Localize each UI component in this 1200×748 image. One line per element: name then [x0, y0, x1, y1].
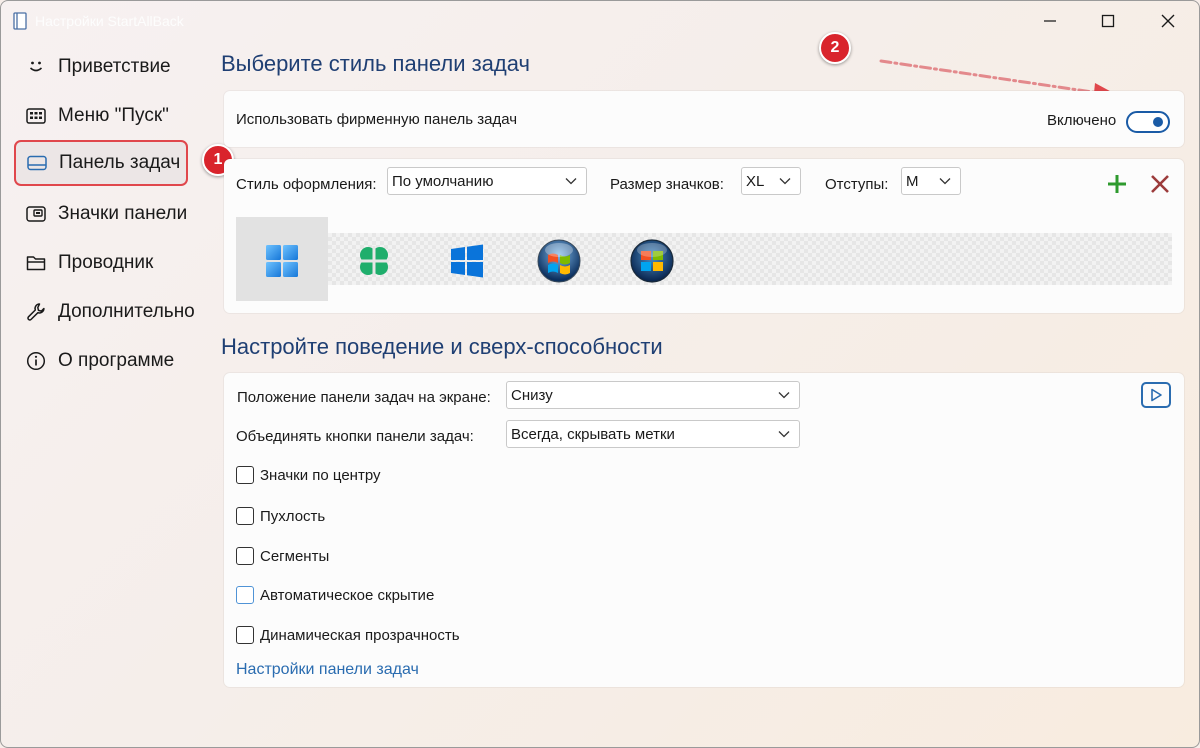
checkbox-label: Значки по центру: [260, 466, 381, 484]
app-book-icon: [13, 12, 27, 30]
checkbox-label: Динамическая прозрачность: [260, 626, 460, 644]
icon-size-value: XL: [746, 172, 765, 190]
taskbar-icon: [26, 152, 48, 174]
checkbox-box[interactable]: [236, 626, 254, 644]
chevron-down-icon: [775, 425, 793, 443]
wrench-icon: [25, 301, 47, 323]
play-video-button[interactable]: [1141, 382, 1171, 408]
checkbox-box[interactable]: [236, 547, 254, 565]
minimize-icon: [1044, 20, 1056, 22]
windows11-logo-icon: [266, 245, 298, 277]
checkbox-label: Сегменты: [260, 547, 330, 565]
enable-taskbar-toggle[interactable]: [1126, 111, 1170, 133]
enable-taskbar-card: Использовать фирменную панель задач Вклю…: [224, 91, 1184, 147]
close-button[interactable]: [1139, 1, 1197, 41]
sidebar-item-taskbar[interactable]: Панель задач: [14, 140, 188, 186]
sidebar-item-tray-icons[interactable]: Значки панели: [15, 191, 201, 237]
sidebar-item-label: Приветствие: [58, 56, 171, 77]
style-option-windows10[interactable]: [443, 237, 491, 285]
sidebar-item-label: Меню "Пуск": [58, 105, 169, 126]
sidebar-item-explorer[interactable]: Проводник: [15, 240, 201, 286]
style-option-vista[interactable]: [628, 237, 676, 285]
sidebar-item-label: Значки панели: [58, 203, 188, 224]
padding-select[interactable]: M: [901, 167, 961, 195]
windows-vista-orb-icon: [630, 239, 674, 283]
title-bar[interactable]: Настройки StartAllBack: [1, 1, 1199, 41]
position-label: Положение панели задач на экране:: [237, 389, 491, 406]
callout-badge-2: 2: [819, 32, 851, 64]
taskbar-style-card: Стиль оформления: По умолчанию Размер зн…: [224, 159, 1184, 313]
info-icon: [25, 350, 47, 372]
padding-value: M: [906, 172, 919, 190]
checkbox-puffiness[interactable]: Пухлость: [236, 504, 325, 528]
taskbar-settings-link[interactable]: Настройки панели задач: [236, 661, 419, 679]
tray-icon: [25, 203, 47, 225]
sidebar-item-label: Дополнительно: [58, 301, 195, 322]
style-option-windows11[interactable]: [258, 237, 306, 285]
style-select-value: По умолчанию: [392, 172, 494, 190]
chevron-down-icon: [562, 172, 580, 190]
checkbox-dynamic-transparency[interactable]: Динамическая прозрачность: [236, 623, 460, 647]
window-title: Настройки StartAllBack: [35, 13, 184, 29]
chevron-down-icon: [936, 172, 954, 190]
icon-size-label: Размер значков:: [610, 176, 724, 193]
chevron-down-icon: [775, 386, 793, 404]
play-icon: [1151, 388, 1162, 402]
sidebar-item-label: Проводник: [58, 252, 154, 273]
maximize-icon: [1101, 14, 1115, 28]
checkbox-label: Автоматическое скрытие: [260, 586, 435, 604]
sidebar-item-label: Панель задач: [59, 152, 181, 173]
behavior-card: Положение панели задач на экране: Снизу …: [224, 373, 1184, 687]
toggle-knob: [1153, 117, 1163, 127]
minimize-button[interactable]: [1021, 1, 1079, 41]
windows7-orb-icon: [537, 239, 581, 283]
plus-icon: [1108, 175, 1126, 193]
start-menu-icon: [25, 105, 47, 127]
folder-icon: [25, 252, 47, 274]
sidebar-item-about[interactable]: О программе: [15, 338, 201, 384]
combine-label: Объединять кнопки панели задач:: [236, 428, 474, 445]
checkbox-box[interactable]: [236, 507, 254, 525]
position-select-value: Снизу: [511, 386, 553, 404]
settings-window: Настройки StartAllBack Приветствие Меню …: [0, 0, 1200, 748]
remove-style-button[interactable]: [1147, 171, 1173, 197]
padding-label: Отступы:: [825, 176, 889, 193]
style-option-windows7[interactable]: [535, 237, 583, 285]
close-icon: [1161, 14, 1175, 28]
sidebar-item-welcome[interactable]: Приветствие: [15, 44, 201, 90]
checkbox-auto-hide[interactable]: Автоматическое скрытие: [236, 583, 434, 607]
checkbox-box[interactable]: [236, 586, 254, 604]
chevron-down-icon: [776, 172, 794, 190]
checkbox-label: Пухлость: [260, 507, 326, 525]
checkbox-segments[interactable]: Сегменты: [236, 544, 329, 568]
add-style-button[interactable]: [1104, 171, 1130, 197]
icon-size-select[interactable]: XL: [741, 167, 801, 195]
toggle-state-label: Включено: [1047, 112, 1117, 129]
section-title-taskbar-style: Выберите стиль панели задач: [221, 51, 530, 76]
checkbox-center-icons[interactable]: Значки по центру: [236, 463, 381, 487]
windows10-logo-icon: [451, 244, 483, 278]
sidebar-item-label: О программе: [58, 350, 175, 371]
checkbox-box[interactable]: [236, 466, 254, 484]
maximize-button[interactable]: [1079, 1, 1137, 41]
sidebar-item-start-menu[interactable]: Меню "Пуск": [15, 93, 201, 139]
combine-select[interactable]: Всегда, скрывать метки: [506, 420, 800, 448]
combine-select-value: Всегда, скрывать метки: [511, 425, 675, 443]
position-select[interactable]: Снизу: [506, 381, 800, 409]
remove-icon: [1151, 175, 1169, 193]
style-option-clover[interactable]: [350, 237, 398, 285]
clover-logo-icon: [359, 246, 389, 276]
section-title-behavior: Настройте поведение и сверх-способности: [221, 334, 663, 359]
sidebar-item-advanced[interactable]: Дополнительно: [15, 289, 201, 335]
style-select[interactable]: По умолчанию: [387, 167, 587, 195]
style-label: Стиль оформления:: [236, 176, 377, 193]
enable-taskbar-label: Использовать фирменную панель задач: [236, 111, 518, 128]
smile-icon: [25, 56, 47, 78]
